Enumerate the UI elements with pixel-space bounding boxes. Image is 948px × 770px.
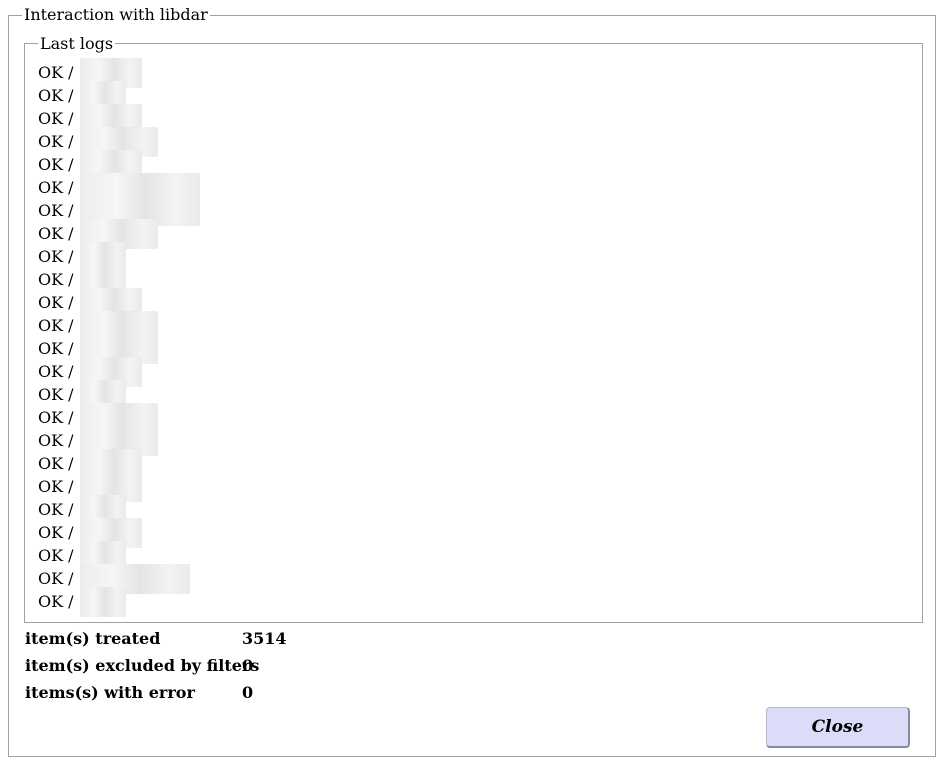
log-status: OK /: [38, 408, 74, 427]
log-status: OK /: [38, 316, 74, 335]
log-status: OK /: [38, 362, 74, 381]
stat-excluded-label: item(s) excluded by filters: [25, 656, 260, 675]
log-status: OK /: [38, 109, 74, 128]
log-status: OK /: [38, 500, 74, 519]
stat-treated-label: item(s) treated: [25, 629, 161, 648]
last-logs-title: Last logs: [38, 34, 116, 54]
log-status: OK /: [38, 270, 74, 289]
log-status: OK /: [38, 86, 74, 105]
log-status: OK /: [38, 592, 74, 611]
log-status: OK /: [38, 224, 74, 243]
log-status: OK /: [38, 339, 74, 358]
log-status: OK /: [38, 178, 74, 197]
redacted-path: [79, 586, 126, 617]
stats-table: item(s) treated 3514 item(s) excluded by…: [25, 628, 287, 709]
log-list: OK / OK / OK / OK / OK / OK / OK / OK / OK / OK /…: [38, 57, 200, 617]
stat-errors-value: 0: [242, 683, 254, 702]
close-button[interactable]: Close: [766, 707, 910, 748]
log-status: OK /: [38, 546, 74, 565]
log-status: OK /: [38, 431, 74, 450]
stat-errors: items(s) with error 0: [25, 682, 287, 709]
log-status: OK /: [38, 385, 74, 404]
log-status: OK /: [38, 201, 74, 220]
log-status: OK /: [38, 63, 74, 82]
log-status: OK /: [38, 155, 74, 174]
log-status: OK /: [38, 523, 74, 542]
log-status: OK /: [38, 293, 74, 312]
log-status: OK /: [38, 132, 74, 151]
stat-errors-label: items(s) with error: [25, 683, 195, 702]
log-status: OK /: [38, 477, 74, 496]
log-status: OK /: [38, 247, 74, 266]
log-status: OK /: [38, 454, 74, 473]
libdar-interaction-title: Interaction with libdar: [22, 5, 210, 25]
log-status: OK /: [38, 569, 74, 588]
stat-excluded-value: 0: [242, 656, 254, 675]
stat-excluded: item(s) excluded by filters 0: [25, 655, 287, 682]
stat-treated: item(s) treated 3514: [25, 628, 287, 655]
stat-treated-value: 3514: [242, 629, 287, 648]
